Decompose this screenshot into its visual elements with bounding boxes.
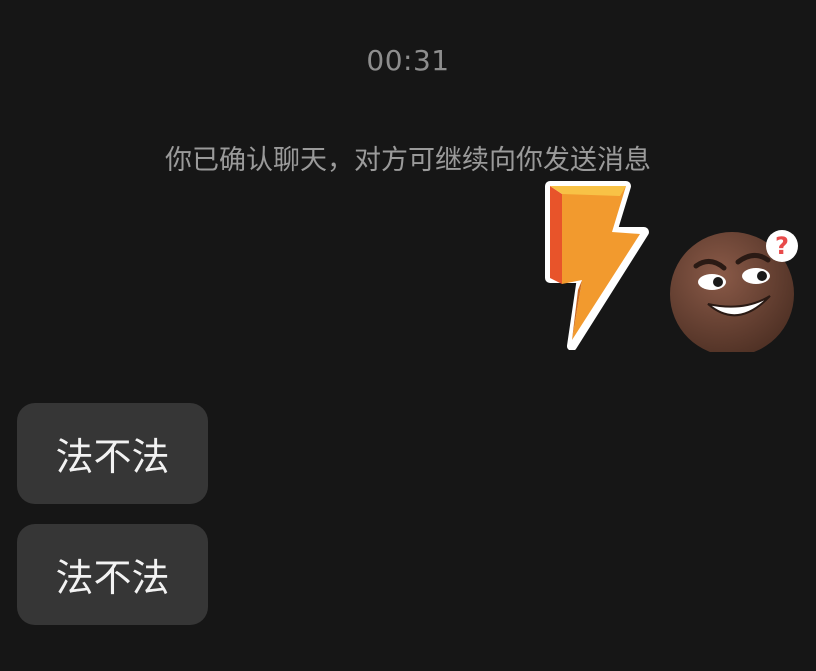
message-text: 法不法 <box>55 435 170 479</box>
message-text: 法不法 <box>55 556 170 600</box>
lightning-sticker-icon[interactable] <box>540 180 650 351</box>
chat-screen: 00:31 你已确认聊天，对方可继续向你发送消息 ? 法不法 法不法 <box>0 0 816 671</box>
smirking-face-avatar-icon[interactable]: ? <box>668 226 802 356</box>
system-notice: 你已确认聊天，对方可继续向你发送消息 <box>165 145 651 176</box>
svg-text:?: ? <box>775 232 789 260</box>
incoming-message-bubble[interactable]: 法不法 <box>17 524 208 625</box>
incoming-message-bubble[interactable]: 法不法 <box>17 403 208 504</box>
message-timestamp: 00:31 <box>366 44 450 77</box>
